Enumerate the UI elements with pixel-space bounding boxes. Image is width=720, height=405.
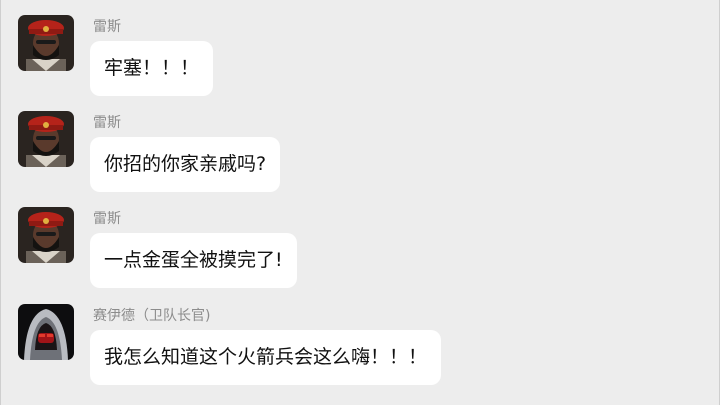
- bearded-man-red-beret-icon: [18, 15, 74, 71]
- sender-avatar[interactable]: [18, 15, 74, 71]
- chat-message: 雷斯 牢塞！！！: [1, 15, 720, 111]
- bearded-man-red-beret-icon: [18, 207, 74, 263]
- chat-message: 雷斯 你招的你家亲戚吗?: [1, 111, 720, 207]
- message-bubble[interactable]: 你招的你家亲戚吗?: [90, 137, 281, 192]
- hooded-masked-figure-icon: [18, 304, 74, 360]
- bearded-man-red-beret-icon: [18, 111, 74, 167]
- chat-message-list[interactable]: 雷斯 牢塞！！！ 雷斯 你招的你家亲戚吗? 雷斯 一点金蛋全被摸完了! 赛伊德（…: [1, 0, 720, 405]
- sender-name: 雷斯: [93, 115, 121, 131]
- sender-avatar[interactable]: [18, 207, 74, 263]
- sender-name: 雷斯: [93, 211, 121, 227]
- message-bubble[interactable]: 我怎么知道这个火箭兵会这么嗨！！！: [90, 330, 442, 385]
- sender-name: 赛伊德（卫队长官): [93, 308, 211, 324]
- message-bubble[interactable]: 牢塞！！！: [90, 41, 214, 96]
- sender-avatar[interactable]: [18, 111, 74, 167]
- sender-avatar[interactable]: [18, 304, 74, 360]
- chat-message: 雷斯 一点金蛋全被摸完了!: [1, 207, 720, 303]
- message-bubble[interactable]: 一点金蛋全被摸完了!: [90, 233, 297, 288]
- sender-name: 雷斯: [93, 19, 121, 35]
- chat-message: 赛伊德（卫队长官) 我怎么知道这个火箭兵会这么嗨！！！: [1, 304, 720, 400]
